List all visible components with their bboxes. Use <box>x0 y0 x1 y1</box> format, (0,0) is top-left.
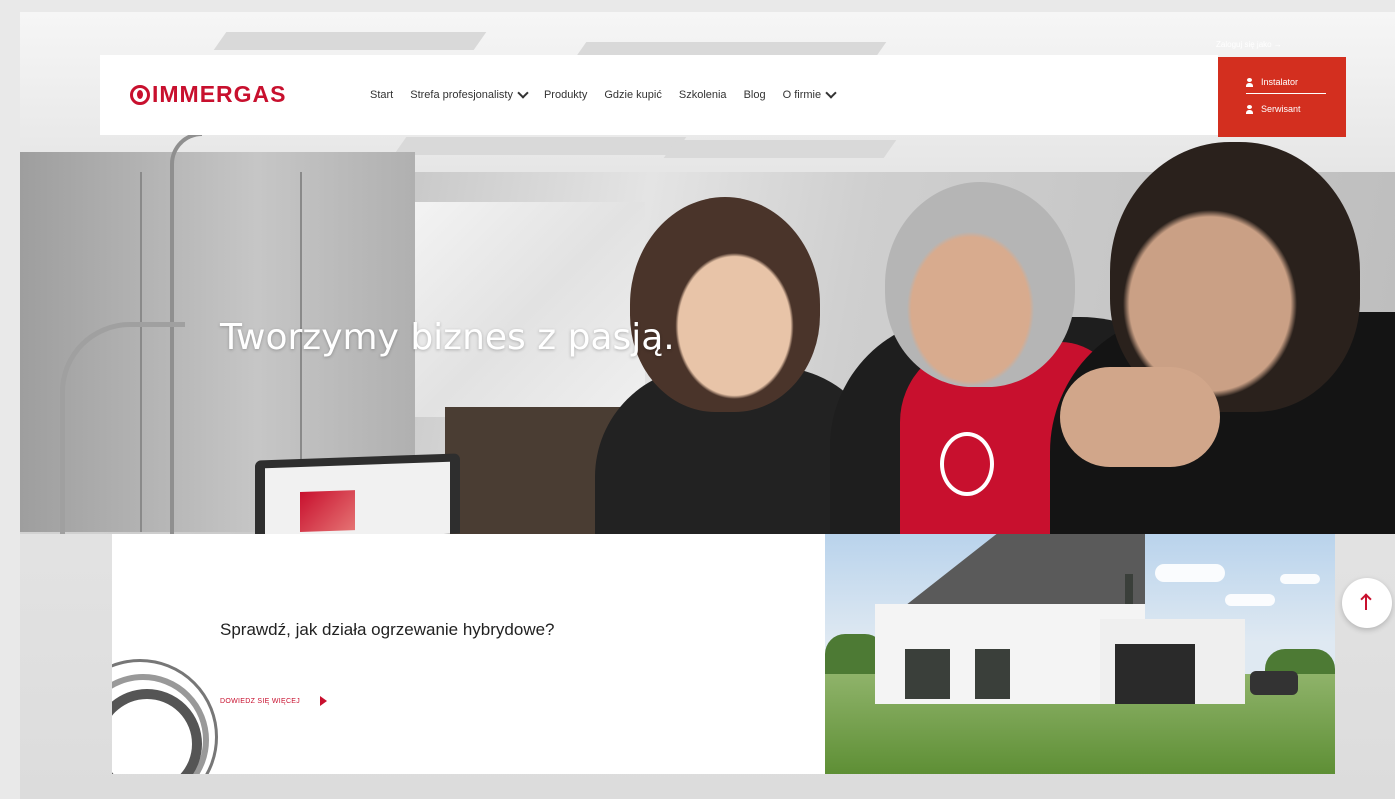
right-man-hand <box>1060 367 1220 467</box>
nav-item-szkolenia[interactable]: Szkolenia <box>679 89 727 101</box>
laptop <box>255 453 460 534</box>
page-frame: Tworzymy biznes z pasją. IMMERGAS Start … <box>20 12 1395 799</box>
brand-logo[interactable]: IMMERGAS <box>130 81 287 108</box>
nav-item-o-firmie[interactable]: O firmie <box>782 87 837 101</box>
user-icon <box>1246 104 1253 114</box>
nav-item-label: Szkolenia <box>678 89 727 101</box>
main-nav: Start Strefa profesjonalisty Produkty Gd… <box>370 55 852 135</box>
serwisant-login-button[interactable]: Serwisant <box>1246 104 1326 114</box>
instalator-login-button[interactable]: Instalator <box>1246 77 1326 94</box>
cloud <box>1225 594 1275 606</box>
marble-backsplash <box>415 202 645 417</box>
garage-door <box>1115 644 1195 704</box>
jacket-logo-icon <box>940 432 994 496</box>
nav-item-label: Strefa profesjonalisty <box>410 89 513 101</box>
flame-logo-icon <box>130 84 150 105</box>
instalator-label: Instalator <box>1261 77 1299 87</box>
house-photo <box>825 534 1335 774</box>
login-panel: Instalator Serwisant <box>1218 57 1346 137</box>
hero-title: Tworzymy biznes z pasją. <box>220 317 675 358</box>
ceiling-beam <box>213 32 487 50</box>
nav-item-label: O firmie <box>782 89 822 101</box>
promo-title: Sprawdź, jak działa ogrzewanie hybrydowe… <box>220 620 555 639</box>
learn-more-label: DOWIEDZ SIĘ WIĘCEJ <box>220 697 301 705</box>
house-window <box>1125 574 1133 604</box>
ceiling-beam <box>663 140 897 158</box>
woman-head <box>630 197 820 412</box>
nav-item-label: Start <box>370 89 394 101</box>
house-window <box>905 649 950 699</box>
house-window <box>975 649 1010 699</box>
nav-item-label: Produkty <box>543 89 588 101</box>
nav-item-produkty[interactable]: Produkty <box>544 89 587 101</box>
chevron-down-icon <box>825 87 837 99</box>
nav-item-label: Blog <box>743 89 766 101</box>
car <box>1250 671 1298 695</box>
arrow-up-icon <box>1365 596 1367 610</box>
ceiling-beam <box>393 137 687 155</box>
serwisant-label: Serwisant <box>1261 104 1301 114</box>
nav-item-strefa-profesjonalisty[interactable]: Strefa profesjonalisty <box>410 87 529 101</box>
user-icon <box>1246 77 1253 87</box>
scroll-to-top-button[interactable] <box>1342 578 1392 628</box>
faucet-arch <box>60 322 185 534</box>
learn-more-link[interactable]: DOWIEDZ SIĘ WIĘCEJ <box>220 696 328 706</box>
cloud <box>1155 564 1225 582</box>
house-roof <box>907 534 1145 604</box>
man-head <box>885 182 1075 387</box>
nav-item-gdzie-kupic[interactable]: Gdzie kupić <box>604 89 661 101</box>
brand-name: IMMERGAS <box>152 81 287 107</box>
laptop-screen <box>265 461 450 534</box>
nav-item-blog[interactable]: Blog <box>744 89 766 101</box>
nav-item-label: Gdzie kupić <box>604 89 662 101</box>
cloud <box>1280 574 1320 584</box>
chevron-down-icon <box>517 87 529 99</box>
promo-card: Sprawdź, jak działa ogrzewanie hybrydowe… <box>112 534 1335 774</box>
site-header: IMMERGAS Start Strefa profesjonalisty Pr… <box>100 55 1218 135</box>
play-arrow-icon <box>320 696 328 706</box>
login-as-link[interactable]: Zaloguj się jako → <box>1216 40 1282 49</box>
nav-item-start[interactable]: Start <box>370 89 393 101</box>
